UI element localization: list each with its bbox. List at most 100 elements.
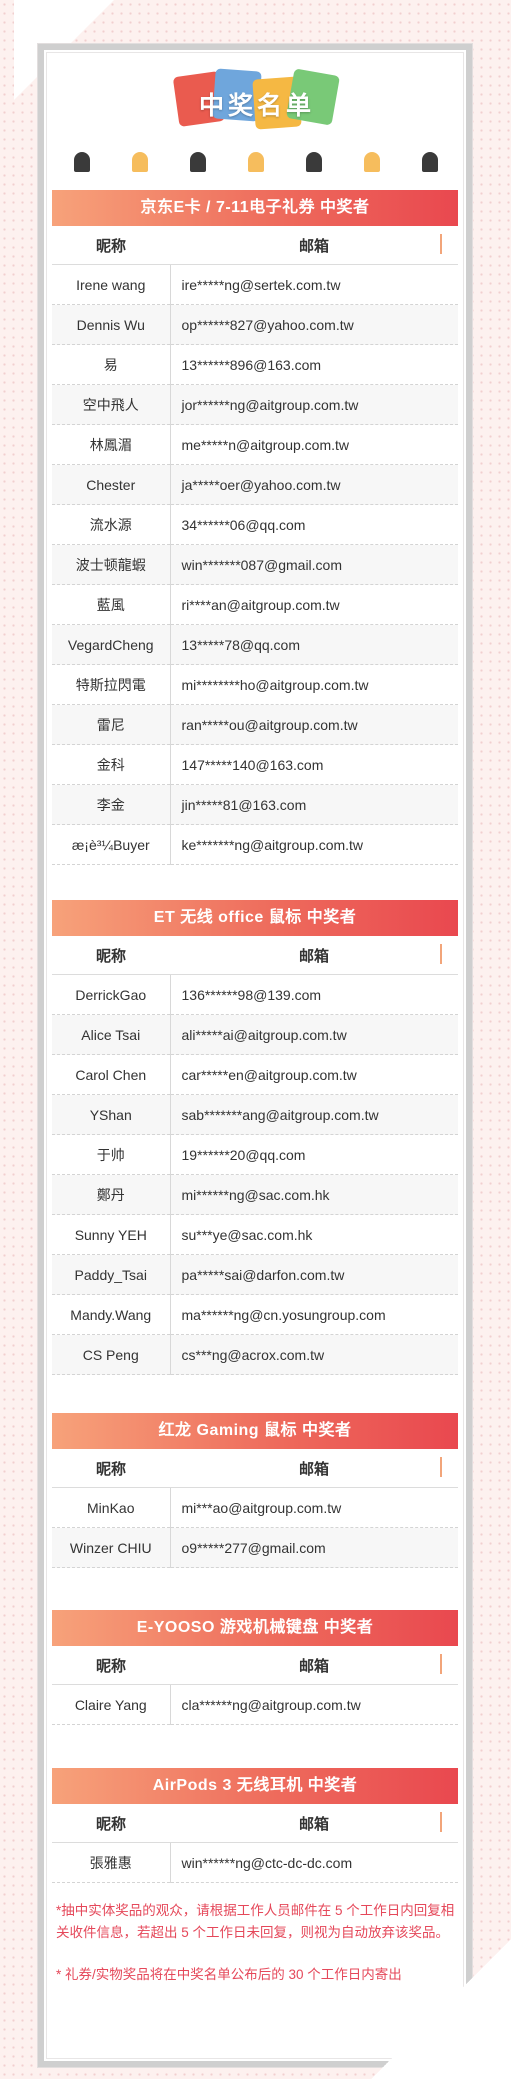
notes: *抽中实体奖品的观众，请根据工作人员邮件在 5 个工作日内回复相关收件信息，若超…	[56, 1900, 456, 2006]
binder-holes	[64, 152, 446, 174]
winner-section: E-YOOSO 游戏机械键盘 中奖者 昵称 邮箱 Claire Yang cla****…	[52, 1610, 458, 1725]
winner-email: car*****en@aitgroup.com.tw	[170, 1054, 458, 1095]
table-header-row: 昵称 邮箱	[52, 936, 458, 975]
column-header-email: 邮箱	[170, 1804, 458, 1843]
winner-email: ke*******ng@aitgroup.com.tw	[170, 824, 458, 865]
winner-nickname: VegardCheng	[52, 624, 171, 665]
winner-email: 147*****140@163.com	[170, 744, 458, 785]
winner-section: ET 无线 office 鼠标 中奖者 昵称 邮箱 DerrickGao 136****…	[52, 900, 458, 1375]
winner-nickname: 特斯拉閃電	[52, 664, 171, 705]
binder-hole	[132, 152, 148, 172]
title-banner: 中奖名单	[172, 68, 342, 132]
binder-hole	[306, 152, 322, 172]
winner-nickname: 金科	[52, 744, 171, 785]
winner-table: 昵称 邮箱 張雅惠 win******ng@ctc-dc-dc.com	[52, 1804, 458, 1883]
winner-nickname: 波士顿龍蝦	[52, 544, 171, 585]
table-header-row: 昵称 邮箱	[52, 1804, 458, 1843]
table-row: 林鳳湄 me*****n@aitgroup.com.tw	[52, 424, 458, 465]
table-row: Dennis Wu op******827@yahoo.com.tw	[52, 304, 458, 345]
winner-email: mi***ao@aitgroup.com.tw	[170, 1487, 458, 1528]
winner-nickname: Claire Yang	[52, 1684, 171, 1725]
table-row: Paddy_Tsai pa*****sai@darfon.com.tw	[52, 1254, 458, 1295]
table-header-row: 昵称 邮箱	[52, 226, 458, 265]
winner-nickname: Irene wang	[52, 264, 171, 305]
winner-email: sab*******ang@aitgroup.com.tw	[170, 1094, 458, 1135]
winner-email: ire*****ng@sertek.com.tw	[170, 264, 458, 305]
column-header-nickname: 昵称	[52, 1449, 170, 1488]
winner-email: win******ng@ctc-dc-dc.com	[170, 1842, 458, 1883]
winner-nickname: 藍風	[52, 584, 171, 625]
column-header-nickname: 昵称	[52, 226, 170, 265]
table-row: Carol Chen car*****en@aitgroup.com.tw	[52, 1054, 458, 1095]
table-row: 藍風 ri****an@aitgroup.com.tw	[52, 584, 458, 625]
winner-email: mi******ng@sac.com.hk	[170, 1174, 458, 1215]
column-header-email: 邮箱	[170, 936, 458, 975]
winner-section: 红龙 Gaming 鼠标 中奖者 昵称 邮箱 MinKao mi***ao@aitgro…	[52, 1413, 458, 1568]
winner-section: AirPods 3 无线耳机 中奖者 昵称 邮箱 張雅惠 win******ng@ctc…	[52, 1768, 458, 1883]
table-row: 流水源 34******06@qq.com	[52, 504, 458, 545]
winner-nickname: 流水源	[52, 504, 171, 545]
winner-nickname: Alice Tsai	[52, 1014, 171, 1055]
winner-email: ma******ng@cn.yosungroup.com	[170, 1294, 458, 1335]
binder-hole	[248, 152, 264, 172]
winner-nickname: 李金	[52, 784, 171, 825]
note-shipping: * 礼券/实物奖品将在中奖名单公布后的 30 个工作日内寄出	[56, 1967, 402, 1982]
table-row: VegardCheng 13*****78@qq.com	[52, 624, 458, 665]
table-row: 李金 jin*****81@163.com	[52, 784, 458, 825]
winner-table: 昵称 邮箱 Claire Yang cla******ng@aitgroup.com.…	[52, 1646, 458, 1725]
table-row: 張雅惠 win******ng@ctc-dc-dc.com	[52, 1842, 458, 1883]
winner-nickname: Carol Chen	[52, 1054, 171, 1095]
table-row: 金科 147*****140@163.com	[52, 744, 458, 785]
winner-nickname: 空中飛人	[52, 384, 171, 425]
binder-hole	[422, 152, 438, 172]
winner-nickname: 張雅惠	[52, 1842, 171, 1883]
winner-email: op******827@yahoo.com.tw	[170, 304, 458, 345]
binder-hole	[364, 152, 380, 172]
table-row: æ¡è³¼Buyer ke*******ng@aitgroup.com.tw	[52, 824, 458, 865]
table-row: DerrickGao 136******98@139.com	[52, 974, 458, 1015]
winner-nickname: YShan	[52, 1094, 171, 1135]
winner-nickname: 林鳳湄	[52, 424, 171, 465]
table-row: Mandy.Wang ma******ng@cn.yosungroup.com	[52, 1294, 458, 1335]
column-header-email: 邮箱	[170, 226, 458, 265]
table-row: 波士顿龍蝦 win*******087@gmail.com	[52, 544, 458, 585]
winner-nickname: 雷尼	[52, 704, 171, 745]
winner-section: 京东E卡 / 7-11电子礼券 中奖者 昵称 邮箱 Irene wang ire****…	[52, 190, 458, 865]
winner-nickname: æ¡è³¼Buyer	[52, 824, 171, 865]
column-header-nickname: 昵称	[52, 936, 170, 975]
winner-email: cla******ng@aitgroup.com.tw	[170, 1684, 458, 1725]
section-title: AirPods 3 无线耳机 中奖者	[52, 1768, 458, 1804]
column-header-email: 邮箱	[170, 1646, 458, 1685]
column-header-email: 邮箱	[170, 1449, 458, 1488]
table-row: Claire Yang cla******ng@aitgroup.com.tw	[52, 1684, 458, 1725]
table-row: 易 13******896@163.com	[52, 344, 458, 385]
winner-email: jin*****81@163.com	[170, 784, 458, 825]
table-row: Winzer CHIU o9*****277@gmail.com	[52, 1527, 458, 1568]
winner-email: ran*****ou@aitgroup.com.tw	[170, 704, 458, 745]
winner-nickname: Mandy.Wang	[52, 1294, 171, 1335]
table-header-row: 昵称 邮箱	[52, 1449, 458, 1488]
winner-email: su***ye@sac.com.hk	[170, 1214, 458, 1255]
table-row: 于帅 19******20@qq.com	[52, 1134, 458, 1175]
winner-nickname: Sunny YEH	[52, 1214, 171, 1255]
table-row: Alice Tsai ali*****ai@aitgroup.com.tw	[52, 1014, 458, 1055]
winner-table: 昵称 邮箱 Irene wang ire*****ng@sertek.com.tw De…	[52, 226, 458, 865]
winner-email: cs***ng@acrox.com.tw	[170, 1334, 458, 1375]
section-title: E-YOOSO 游戏机械键盘 中奖者	[52, 1610, 458, 1646]
table-row: 鄭丹 mi******ng@sac.com.hk	[52, 1174, 458, 1215]
table-row: MinKao mi***ao@aitgroup.com.tw	[52, 1487, 458, 1528]
binder-hole	[190, 152, 206, 172]
winner-nickname: Dennis Wu	[52, 304, 171, 345]
table-row: 特斯拉閃電 mi********ho@aitgroup.com.tw	[52, 664, 458, 705]
winner-nickname: Winzer CHIU	[52, 1527, 171, 1568]
binder-hole	[74, 152, 90, 172]
winner-nickname: MinKao	[52, 1487, 171, 1528]
page-title: 中奖名单	[198, 92, 315, 120]
winner-email: ja*****oer@yahoo.com.tw	[170, 464, 458, 505]
table-row: YShan sab*******ang@aitgroup.com.tw	[52, 1094, 458, 1135]
winner-email: ali*****ai@aitgroup.com.tw	[170, 1014, 458, 1055]
winner-email: 13******896@163.com	[170, 344, 458, 385]
winner-email: 19******20@qq.com	[170, 1134, 458, 1175]
winner-email: jor******ng@aitgroup.com.tw	[170, 384, 458, 425]
table-row: CS Peng cs***ng@acrox.com.tw	[52, 1334, 458, 1375]
